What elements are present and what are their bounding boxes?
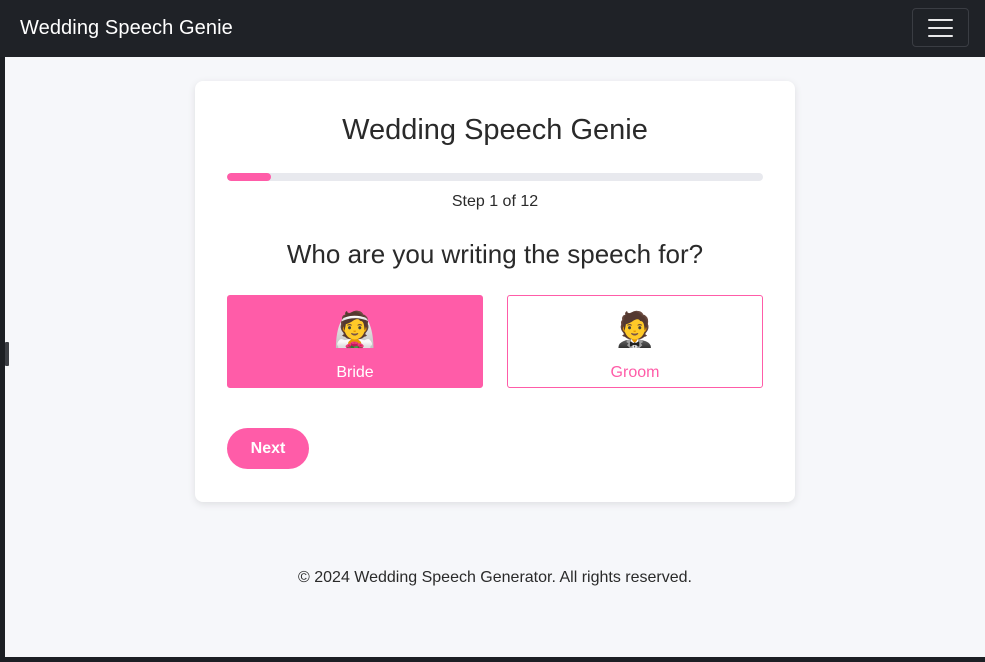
footer-copyright: © 2024 Wedding Speech Generator. All rig…	[298, 569, 692, 586]
progress-bar	[227, 173, 763, 181]
option-label: Bride	[336, 364, 374, 381]
option-label: Groom	[610, 364, 660, 381]
next-button[interactable]: Next	[227, 428, 309, 469]
groom-icon: 🤵	[613, 311, 657, 349]
menu-bar	[928, 18, 953, 21]
wizard-card: Wedding Speech Genie Step 1 of 12 Who ar…	[195, 81, 795, 502]
navbar: Wedding Speech Genie	[0, 0, 985, 57]
side-handle[interactable]	[5, 342, 9, 366]
page-content: Wedding Speech Genie Step 1 of 12 Who ar…	[5, 57, 985, 657]
step-indicator: Step 1 of 12	[451, 193, 539, 210]
menu-bar	[928, 26, 953, 29]
option-groom-button[interactable]: 🤵 Groom	[507, 295, 763, 388]
question-heading: Who are you writing the speech for?	[286, 239, 704, 269]
card-title: Wedding Speech Genie	[342, 114, 648, 146]
hamburger-menu-icon[interactable]	[912, 8, 969, 47]
menu-bar	[928, 34, 953, 37]
progress-fill	[227, 173, 272, 181]
option-bride-button[interactable]: 👰 Bride	[227, 295, 483, 388]
bride-icon: 👰	[333, 311, 377, 349]
navbar-brand[interactable]: Wedding Speech Genie	[20, 17, 233, 40]
